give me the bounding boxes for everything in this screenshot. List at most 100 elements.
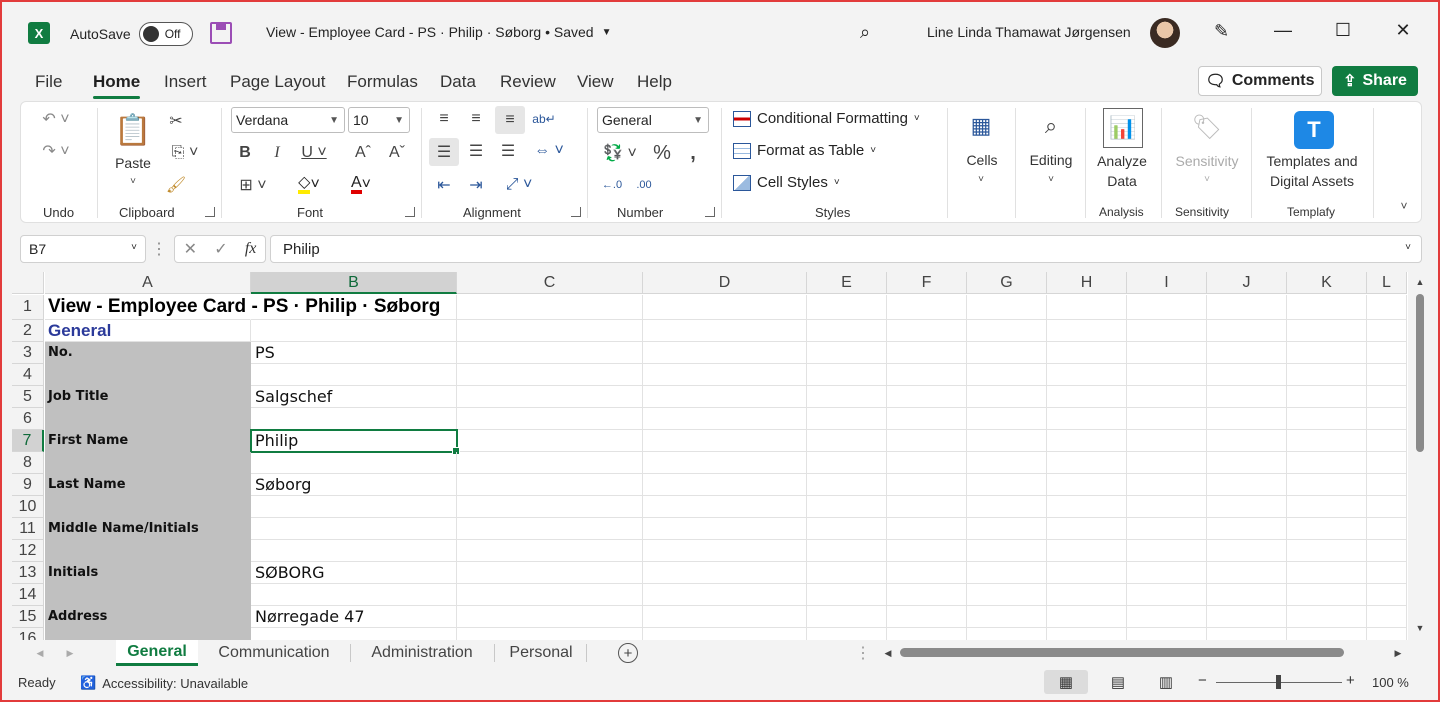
tab-help[interactable]: Help: [637, 72, 672, 92]
orientation-icon[interactable]: ⤢ ˅: [499, 174, 539, 196]
cell-b5[interactable]: Salgschef: [251, 386, 457, 408]
cell-e16[interactable]: [807, 628, 887, 640]
cell-g16[interactable]: [967, 628, 1047, 640]
cell-b9[interactable]: Søborg: [251, 474, 457, 496]
cell-b4[interactable]: [251, 364, 457, 386]
cell-a8[interactable]: [45, 452, 251, 474]
chevron-down-icon[interactable]: ˅: [125, 174, 141, 188]
cell-k4[interactable]: [1287, 364, 1367, 386]
dialog-launcher-icon[interactable]: [571, 207, 581, 217]
column-header-e[interactable]: E: [807, 272, 887, 294]
paste-label[interactable]: Paste: [113, 155, 153, 171]
templates-label-2[interactable]: Digital Assets: [1257, 173, 1367, 189]
prev-sheet-icon[interactable]: ◀: [34, 646, 46, 660]
cell-e6[interactable]: [807, 408, 887, 430]
tab-view[interactable]: View: [577, 72, 614, 92]
collapse-ribbon-icon[interactable]: ˅: [1395, 198, 1413, 214]
cell-l1[interactable]: [1367, 295, 1407, 320]
cell-k1[interactable]: [1287, 295, 1367, 320]
cell-a3[interactable]: No.: [45, 342, 251, 364]
increase-decimal-icon[interactable]: ←.0: [599, 174, 625, 196]
cell-b7[interactable]: Philip: [251, 430, 457, 452]
cell-k11[interactable]: [1287, 518, 1367, 540]
row-header[interactable]: 15: [12, 606, 44, 628]
cell-g9[interactable]: [967, 474, 1047, 496]
document-title[interactable]: View - Employee Card - PS · Philip · Søb…: [266, 24, 611, 40]
column-header-l[interactable]: L: [1367, 272, 1407, 294]
sheet-tab-administration[interactable]: Administration: [356, 640, 488, 666]
templafy-logo[interactable]: T: [1294, 111, 1334, 149]
cell-i8[interactable]: [1127, 452, 1207, 474]
cell-l13[interactable]: [1367, 562, 1407, 584]
minimize-button[interactable]: —: [1268, 20, 1298, 41]
scroll-up-icon[interactable]: ▲: [1414, 276, 1426, 288]
cell-h5[interactable]: [1047, 386, 1127, 408]
accessibility-status[interactable]: ♿ Accessibility: Unavailable: [80, 675, 248, 691]
column-header-b[interactable]: B: [251, 272, 457, 294]
cell-c2[interactable]: [457, 320, 643, 342]
cell-c16[interactable]: [457, 628, 643, 640]
cell-i9[interactable]: [1127, 474, 1207, 496]
wrap-text-icon[interactable]: ab↵: [531, 108, 557, 130]
currency-icon[interactable]: 💱 ˅: [599, 142, 641, 164]
user-name[interactable]: Line Linda Thamawat Jørgensen: [927, 24, 1131, 40]
cell-j6[interactable]: [1207, 408, 1287, 430]
cell-f6[interactable]: [887, 408, 967, 430]
cell-e12[interactable]: [807, 540, 887, 562]
cell-l15[interactable]: [1367, 606, 1407, 628]
italic-icon[interactable]: I: [267, 142, 287, 164]
row-header[interactable]: 16: [12, 628, 44, 640]
cell-c15[interactable]: [457, 606, 643, 628]
add-sheet-icon[interactable]: +: [618, 643, 638, 663]
cell-h14[interactable]: [1047, 584, 1127, 606]
save-icon[interactable]: [210, 22, 232, 44]
vertical-scroll-thumb[interactable]: [1416, 294, 1424, 452]
decrease-decimal-icon[interactable]: .00: [631, 174, 657, 196]
normal-view-icon[interactable]: ▦: [1044, 670, 1088, 694]
cell-styles-button[interactable]: Cell Styles ˅: [733, 174, 840, 191]
cell-d15[interactable]: [643, 606, 807, 628]
cell-h7[interactable]: [1047, 430, 1127, 452]
cell-d10[interactable]: [643, 496, 807, 518]
zoom-slider-knob[interactable]: [1276, 675, 1281, 689]
tab-home[interactable]: Home: [93, 72, 141, 99]
merge-center-icon[interactable]: ⇔ ˅: [529, 140, 569, 162]
format-painter-icon[interactable]: 🖌: [165, 174, 187, 196]
enter-icon[interactable]: ✓: [214, 239, 227, 259]
row-header[interactable]: 9: [12, 474, 44, 496]
cell-b2[interactable]: [251, 320, 457, 342]
cell-e15[interactable]: [807, 606, 887, 628]
cell-i10[interactable]: [1127, 496, 1207, 518]
underline-icon[interactable]: U ˅: [297, 142, 331, 164]
percent-icon[interactable]: %: [649, 142, 675, 164]
cell-c11[interactable]: [457, 518, 643, 540]
cell-k5[interactable]: [1287, 386, 1367, 408]
cell-a10[interactable]: [45, 496, 251, 518]
scroll-right-icon[interactable]: ▶: [1392, 646, 1404, 660]
cell-h1[interactable]: [1047, 295, 1127, 320]
cell-k6[interactable]: [1287, 408, 1367, 430]
cell-a12[interactable]: [45, 540, 251, 562]
cell-g3[interactable]: [967, 342, 1047, 364]
paste-icon[interactable]: 📋: [114, 110, 151, 150]
copy-icon[interactable]: ⎘ ˅: [165, 142, 205, 164]
row-header[interactable]: 12: [12, 540, 44, 562]
cell-f5[interactable]: [887, 386, 967, 408]
row-header[interactable]: 6: [12, 408, 44, 430]
cell-k9[interactable]: [1287, 474, 1367, 496]
undo-icon[interactable]: ↶ ˅: [39, 108, 73, 130]
cell-d5[interactable]: [643, 386, 807, 408]
cell-i1[interactable]: [1127, 295, 1207, 320]
cell-j12[interactable]: [1207, 540, 1287, 562]
cell-j7[interactable]: [1207, 430, 1287, 452]
cell-g14[interactable]: [967, 584, 1047, 606]
cell-e4[interactable]: [807, 364, 887, 386]
cell-a1[interactable]: View - Employee Card - PS · Philip · Søb…: [45, 295, 440, 320]
autosave-toggle[interactable]: Off: [138, 22, 193, 46]
row-header[interactable]: 13: [12, 562, 44, 584]
tab-review[interactable]: Review: [500, 72, 556, 92]
zoom-in-icon[interactable]: +: [1346, 672, 1355, 689]
cell-h9[interactable]: [1047, 474, 1127, 496]
number-format-select[interactable]: General ▼: [597, 107, 709, 133]
cell-g4[interactable]: [967, 364, 1047, 386]
